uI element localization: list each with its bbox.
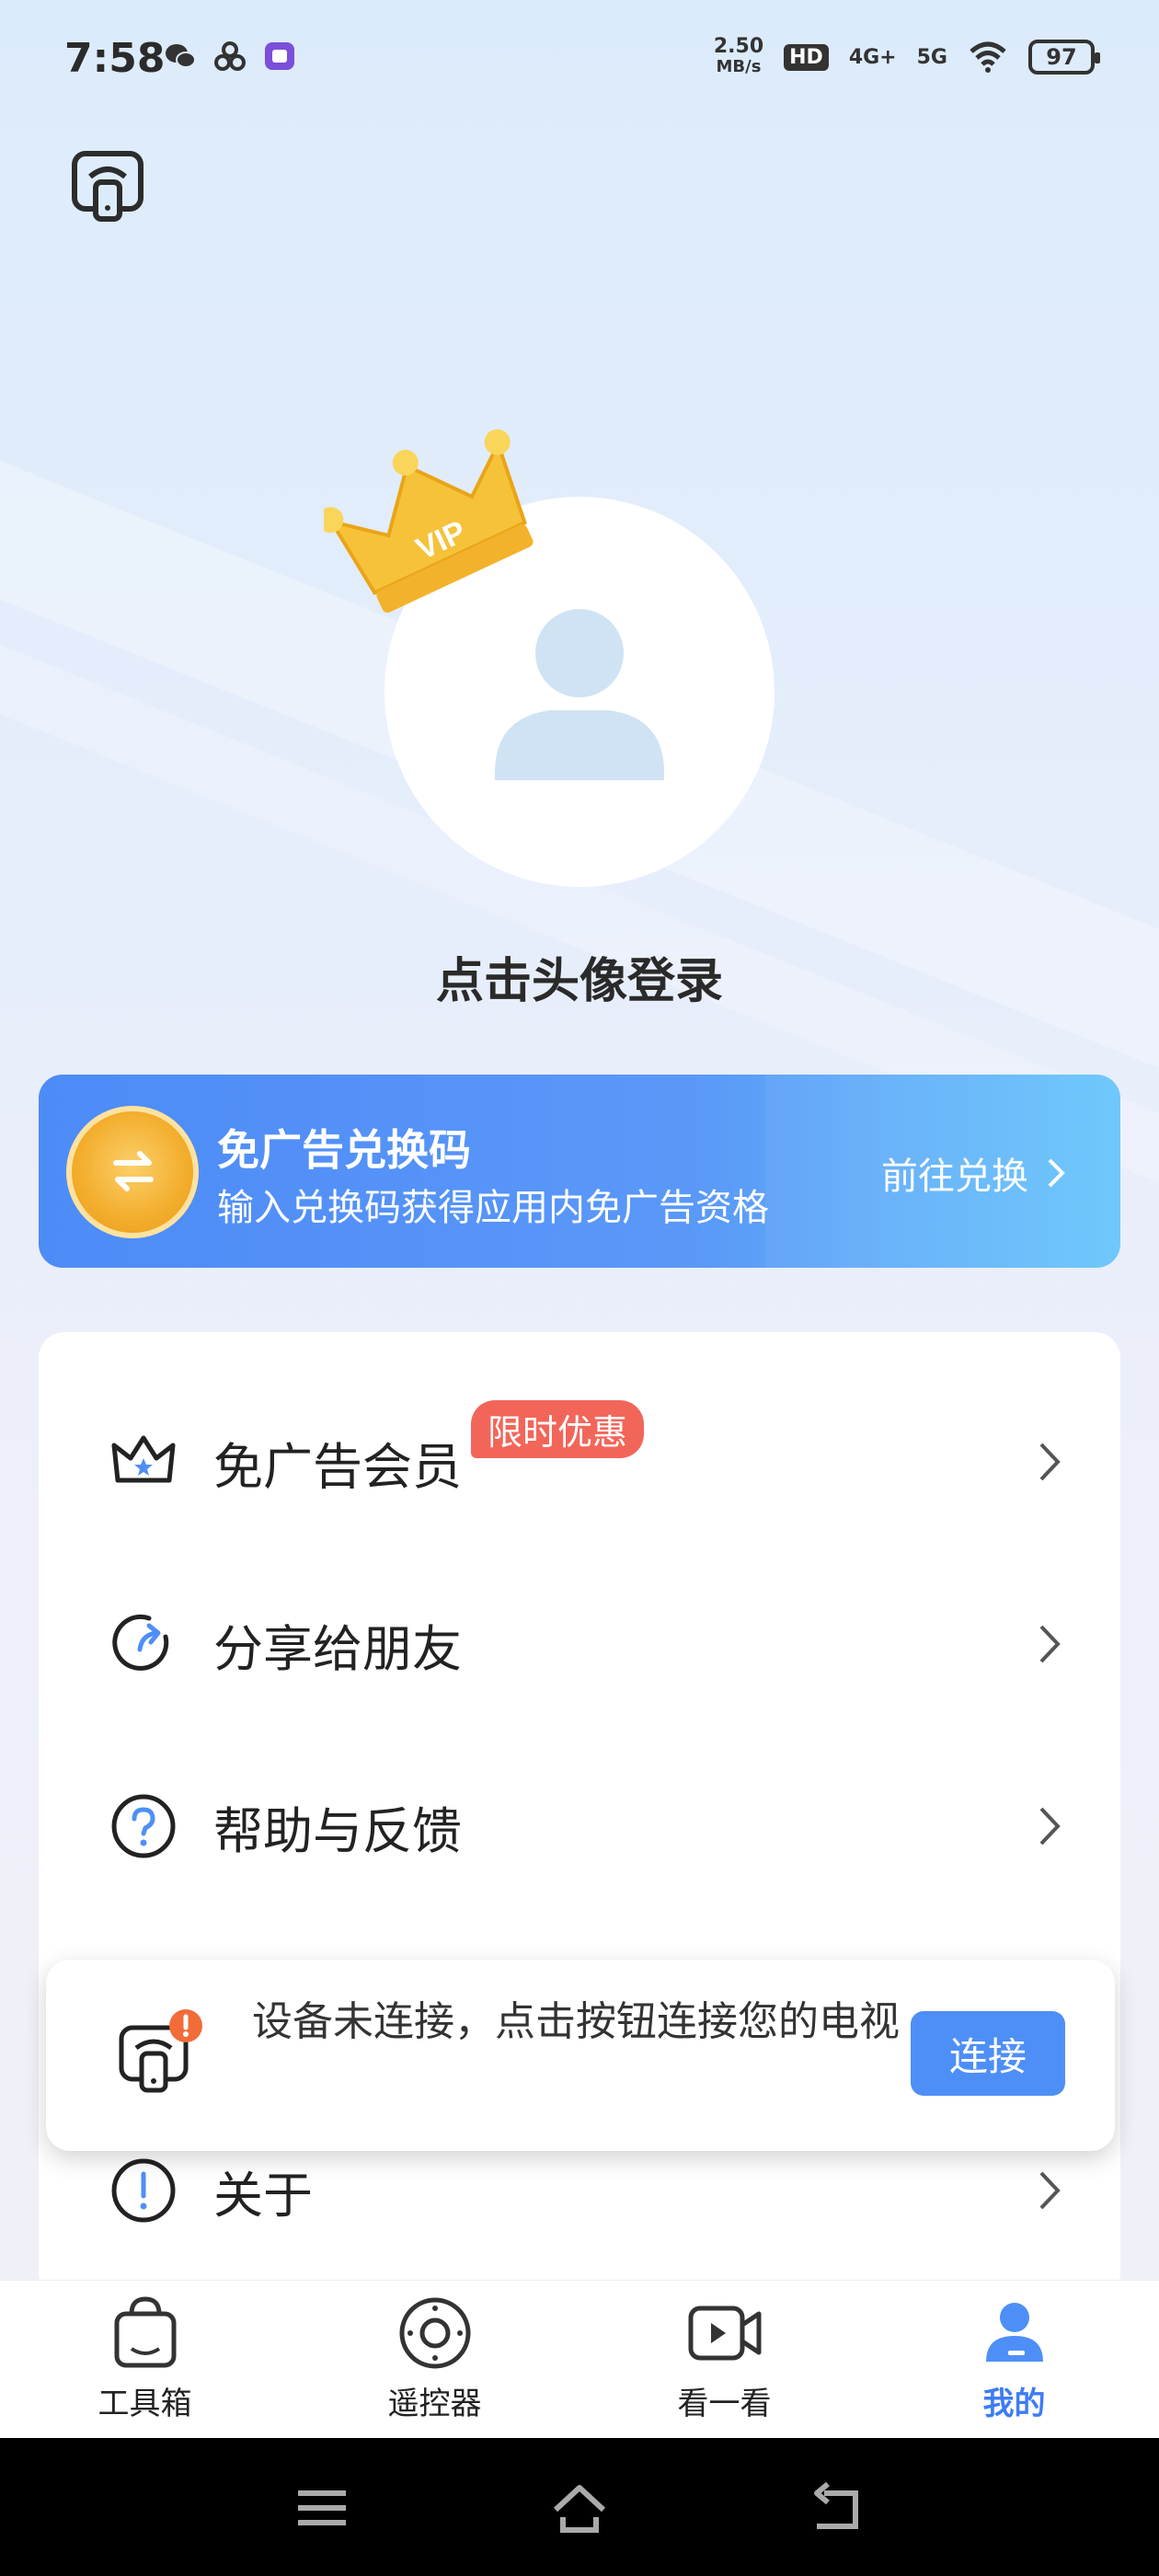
redeem-subtitle: 输入兑换码获得应用内免广告资格	[217, 1187, 769, 1229]
nav-tab-mine[interactable]: 我的	[869, 2281, 1159, 2438]
redeem-title: 免广告兑换码	[217, 1125, 471, 1175]
connect-button[interactable]: 连接	[911, 2011, 1065, 2096]
share-icon	[112, 1614, 169, 1671]
bag-icon	[114, 2296, 176, 2368]
signal-4g-icon: 4G+	[848, 45, 897, 69]
chevron-right-icon	[1039, 1807, 1061, 1846]
menu-icon[interactable]	[293, 2480, 351, 2536]
menu-label: 帮助与反馈	[213, 1801, 462, 1860]
person-icon	[985, 2303, 1043, 2362]
app-cluster-icon	[214, 41, 246, 71]
menu-item-vip[interactable]: 免广告会员 限时优惠	[39, 1371, 1120, 1553]
chevron-right-icon	[1048, 1158, 1065, 1188]
device-connect-toast: 设备未连接，点击按钮连接您的电视 连接	[46, 1960, 1115, 2151]
app-badge-icon	[265, 42, 294, 70]
menu-label: 免广告会员	[213, 1437, 462, 1496]
crown-icon	[111, 1435, 176, 1483]
chevron-right-icon	[1039, 2171, 1061, 2210]
hd-badge: HD	[784, 43, 829, 71]
redeem-go-button[interactable]: 前往兑换	[881, 1146, 1065, 1200]
login-prompt[interactable]: 点击头像登录	[0, 942, 1159, 1011]
help-icon	[111, 1794, 176, 1858]
back-icon[interactable]	[808, 2480, 866, 2536]
redeem-code-banner[interactable]: 免广告兑换码 输入兑换码获得应用内免广告资格 前往兑换	[39, 1075, 1120, 1268]
signal-5g-icon: 5G	[916, 45, 947, 69]
promo-badge: 限时优惠	[471, 1400, 645, 1458]
tv-cast-icon[interactable]	[70, 149, 145, 224]
nav-tab-toolbox[interactable]: 工具箱	[0, 2281, 290, 2438]
wifi-icon	[970, 41, 1006, 73]
system-navigation-bar	[0, 2438, 1159, 2576]
home-icon[interactable]	[550, 2480, 609, 2536]
menu-label: 关于	[213, 2166, 313, 2225]
info-icon	[111, 2158, 176, 2223]
menu-card: 免广告会员 限时优惠 分享给朋友 帮助与反馈 关于	[39, 1332, 1120, 2298]
menu-item-share[interactable]: 分享给朋友	[39, 1553, 1120, 1735]
toast-message: 设备未连接，点击按钮连接您的电视	[252, 1998, 900, 2045]
nav-tab-watch[interactable]: 看一看	[580, 2281, 869, 2438]
chevron-right-icon	[1039, 1625, 1061, 1663]
status-time: 7:58	[64, 35, 166, 82]
notification-icons	[164, 40, 296, 72]
video-icon	[688, 2306, 761, 2361]
menu-label: 分享给朋友	[213, 1619, 462, 1678]
menu-item-help[interactable]: 帮助与反馈	[39, 1735, 1120, 1917]
nav-tab-remote[interactable]: 遥控器	[290, 2281, 580, 2438]
status-indicators: 2.50 MB/s HD 4G+ 5G 97	[713, 35, 1100, 77]
battery-indicator: 97	[1028, 40, 1100, 75]
exchange-arrows-icon	[113, 1151, 154, 1191]
network-speed: 2.50 MB/s	[713, 35, 764, 77]
status-bar: 7:58 2.50 MB/s HD 4G+ 5G 97	[0, 0, 1159, 120]
remote-dial-icon	[399, 2297, 470, 2369]
vip-crown-icon: VIP	[324, 429, 534, 613]
bottom-navigation: 工具箱 遥控器 看一看 我的	[0, 2280, 1159, 2438]
tv-disconnected-icon	[119, 2009, 202, 2093]
wechat-icon	[166, 44, 196, 68]
coin-icon	[66, 1106, 199, 1238]
chevron-right-icon	[1039, 1443, 1061, 1481]
